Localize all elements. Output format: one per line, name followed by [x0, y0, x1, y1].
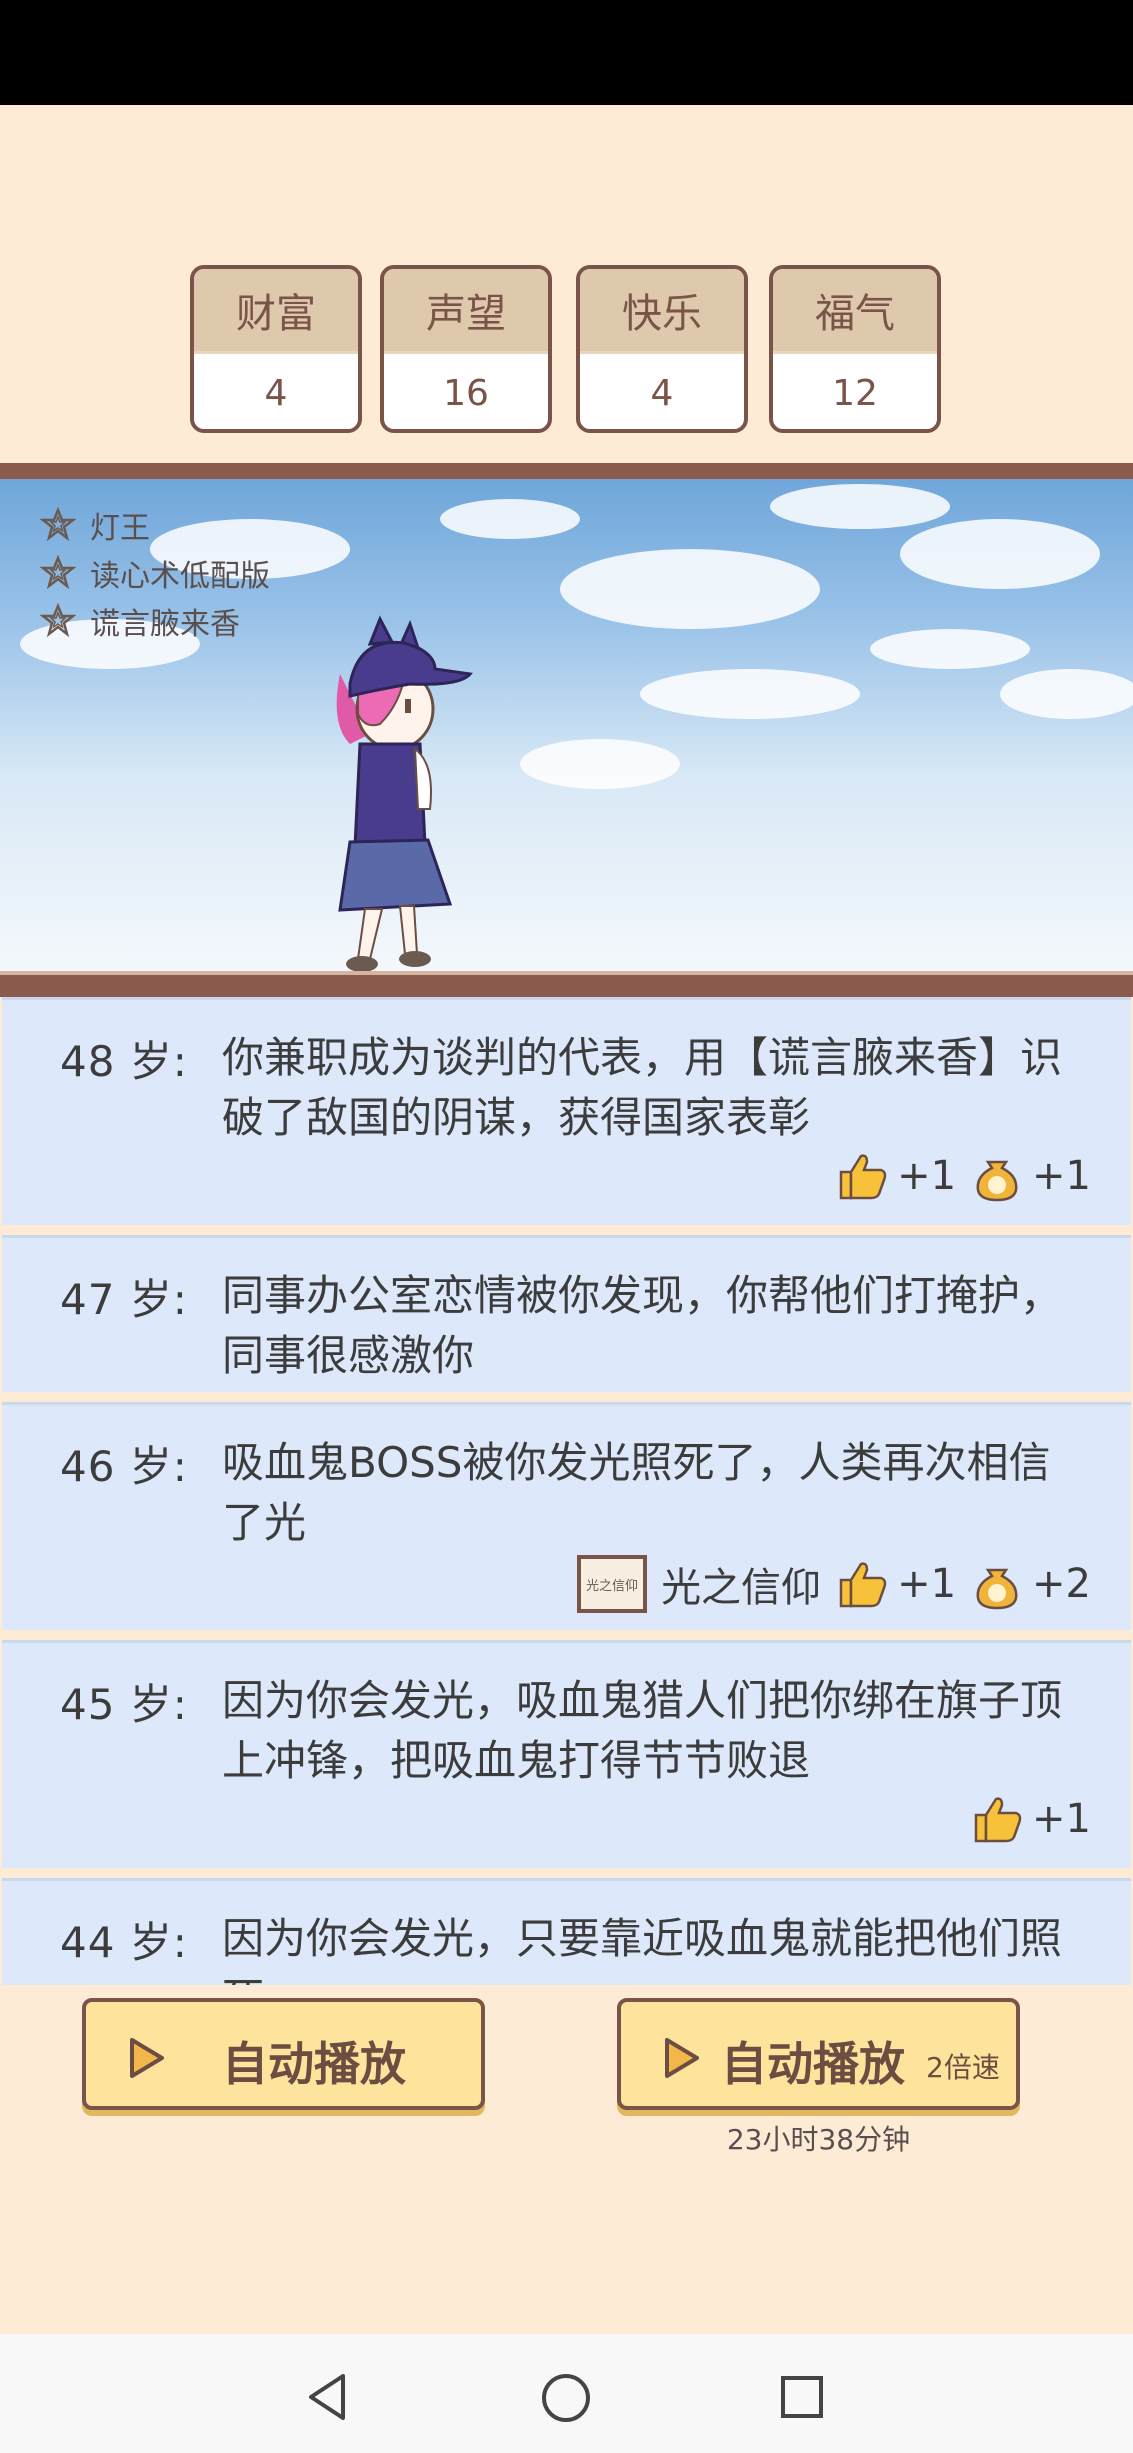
- stat-value: 4: [264, 372, 288, 414]
- reward-luck: +1: [970, 1150, 1091, 1202]
- system-nav-bar: [0, 2334, 1133, 2453]
- cloud: [440, 499, 580, 539]
- auto-play-2x-label: 自动播放: [721, 2037, 905, 2091]
- cloud: [870, 629, 1030, 669]
- thumbs-up-icon: [839, 1562, 887, 1608]
- status-bar: [0, 0, 1133, 105]
- thumbs-up-icon: [839, 1154, 887, 1200]
- log-entry: 48 岁: 你兼职成为谈判的代表，用【谎言腋来香】识破了敌国的阴谋，获得国家表彰…: [2, 997, 1131, 1225]
- achievement-label: 光之信仰: [661, 1565, 822, 1611]
- reward-like: +1: [835, 1150, 956, 1202]
- cloud: [640, 669, 860, 719]
- log-entry: 44 岁: 因为你会发光，只要靠近吸血鬼就能把他们照死: [2, 1878, 1131, 1985]
- stat-value: 12: [832, 372, 878, 414]
- entry-rewards: +1 +1: [835, 1150, 1091, 1202]
- thumbs-up-icon: [974, 1797, 1022, 1843]
- cloud: [770, 484, 950, 529]
- reward-luck: +2: [970, 1558, 1091, 1610]
- skill-item: 谎言腋来香: [40, 599, 240, 643]
- play-triangle-icon: [665, 2038, 699, 2078]
- reward-like: +1: [835, 1558, 956, 1610]
- auto-play-button[interactable]: 自动播放: [82, 1998, 485, 2110]
- entry-age: 45 岁:: [60, 1680, 188, 1729]
- skill-label: 谎言腋来香: [90, 607, 240, 642]
- star-outline-icon: [40, 507, 76, 542]
- reward-value: +1: [1032, 1153, 1091, 1199]
- cloud: [560, 549, 820, 629]
- entry-text: 同事办公室恋情被你发现，你帮他们打掩护，同事很感激你: [222, 1271, 1063, 1380]
- log-entry: 45 岁: 因为你会发光，吸血鬼猎人们把你绑在旗子顶上冲锋，把吸血鬼打得节节败退…: [2, 1640, 1131, 1868]
- auto-play-label: 自动播放: [222, 2037, 406, 2091]
- speed-label: 2倍速: [926, 2051, 1000, 2084]
- stat-value: 4: [650, 372, 674, 414]
- stat-label: 福气: [773, 269, 937, 354]
- achievement-badge-icon[interactable]: 光之信仰: [577, 1555, 648, 1613]
- reward-value: +2: [1032, 1561, 1091, 1607]
- auto-play-2x-button[interactable]: 自动播放 2倍速: [617, 1998, 1020, 2110]
- stat-label: 声望: [384, 269, 548, 354]
- entry-text: 因为你会发光，吸血鬼猎人们把你绑在旗子顶上冲锋，把吸血鬼打得节节败退: [222, 1676, 1063, 1785]
- stat-happiness: 快乐 4: [576, 265, 748, 433]
- stat-label: 快乐: [580, 269, 744, 354]
- entry-text: 你兼职成为谈判的代表，用【谎言腋来香】识破了敌国的阴谋，获得国家表彰: [222, 1033, 1063, 1142]
- entry-age: 48 岁:: [60, 1037, 188, 1086]
- fortune-bag-icon: [976, 1568, 1018, 1610]
- stat-reputation: 声望 16: [380, 265, 552, 433]
- log-entry: 47 岁: 同事办公室恋情被你发现，你帮他们打掩护，同事很感激你: [2, 1235, 1131, 1392]
- scene-frame-bottom: [0, 971, 1133, 997]
- player-character: [336, 615, 473, 971]
- entry-rewards: 光之信仰 光之信仰 +1 +2: [577, 1555, 1091, 1613]
- recent-square-icon[interactable]: [779, 2374, 825, 2420]
- stat-fortune: 福气 12: [769, 265, 941, 433]
- skill-label: 灯王: [90, 511, 150, 546]
- reward-value: +1: [897, 1561, 957, 1607]
- entry-text: 因为你会发光，只要靠近吸血鬼就能把他们照死: [222, 1914, 1063, 1985]
- stat-value: 16: [443, 372, 489, 414]
- home-circle-icon[interactable]: [540, 2372, 592, 2424]
- entry-text: 吸血鬼BOSS被你发光照死了，人类再次相信了光: [222, 1438, 1051, 1547]
- entry-rewards: +1: [970, 1793, 1091, 1845]
- stat-label: 财富: [194, 269, 358, 354]
- play-triangle-icon: [130, 2038, 164, 2078]
- skill-item: 读心术低配版: [40, 551, 270, 595]
- life-log[interactable]: 48 岁: 你兼职成为谈判的代表，用【谎言腋来香】识破了敌国的阴谋，获得国家表彰…: [0, 997, 1133, 1985]
- star-outline-icon: [40, 603, 76, 638]
- entry-age: 46 岁:: [60, 1442, 188, 1491]
- star-outline-icon: [40, 555, 76, 590]
- skill-item: 灯王: [40, 503, 150, 547]
- cooldown-timer: 23小时38分钟: [726, 2123, 911, 2156]
- cloud: [900, 519, 1100, 589]
- reward-value: +1: [897, 1153, 957, 1199]
- reward-value: +1: [1032, 1796, 1091, 1842]
- cloud: [1000, 669, 1133, 719]
- back-triangle-icon[interactable]: [305, 2372, 349, 2422]
- scene-sky: 灯王 读心术低配版 谎言腋来香: [0, 479, 1133, 971]
- stat-wealth: 财富 4: [190, 265, 362, 433]
- log-entry: 46 岁: 吸血鬼BOSS被你发光照死了，人类再次相信了光 光之信仰 光之信仰 …: [2, 1402, 1131, 1630]
- entry-age: 47 岁:: [60, 1275, 188, 1324]
- fortune-bag-icon: [976, 1160, 1018, 1202]
- reward-like: +1: [970, 1793, 1091, 1845]
- entry-age: 44 岁:: [60, 1918, 188, 1967]
- cloud: [520, 739, 680, 789]
- skill-label: 读心术低配版: [90, 559, 270, 594]
